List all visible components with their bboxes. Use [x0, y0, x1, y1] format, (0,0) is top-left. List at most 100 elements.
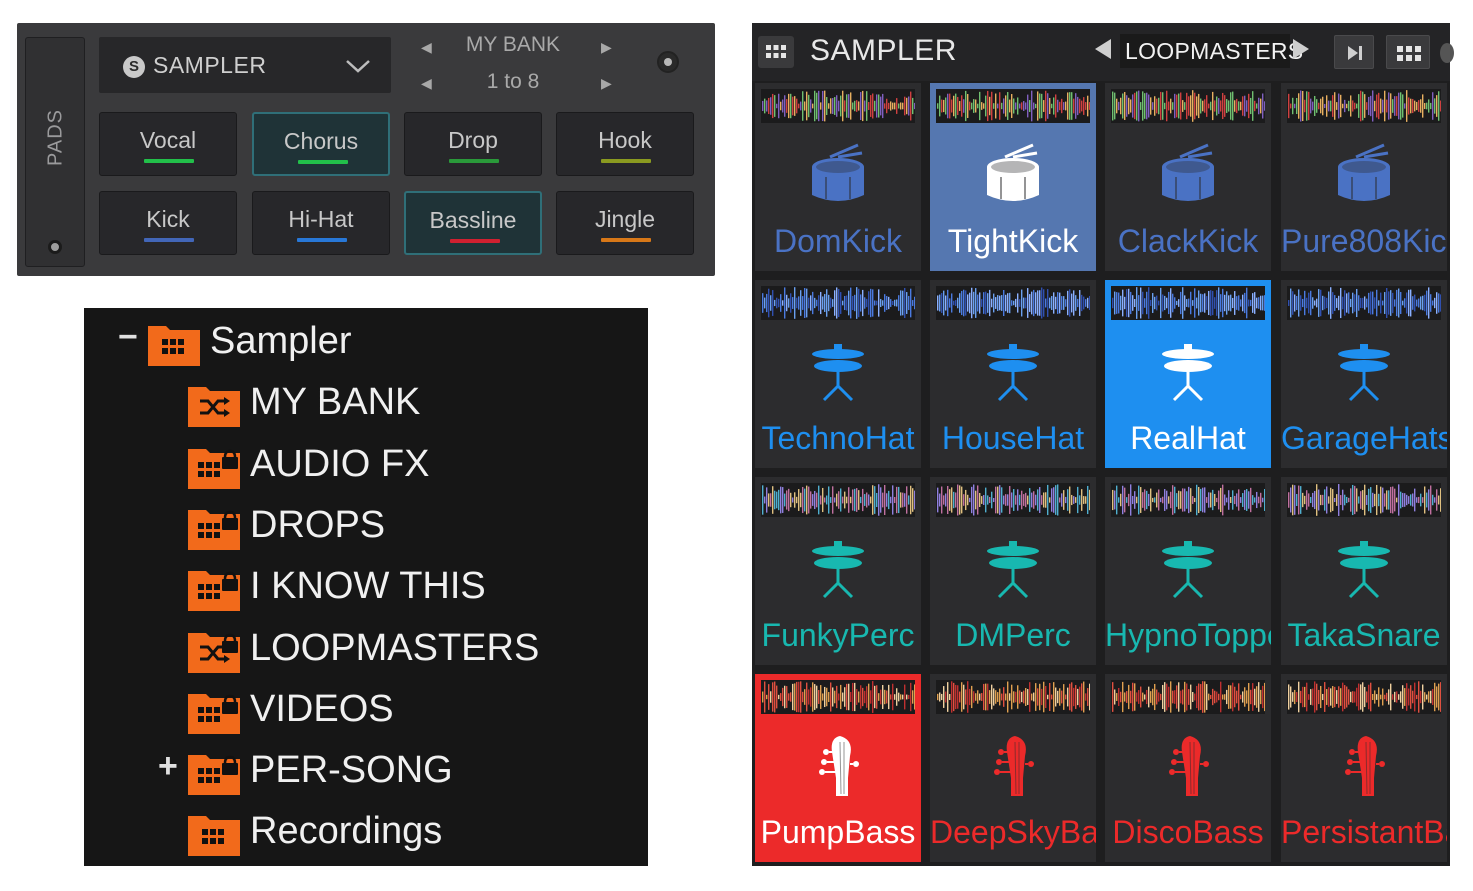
tree-item-i-know-this[interactable]: I KNOW THIS — [84, 565, 648, 612]
header-knob[interactable] — [1440, 43, 1454, 63]
sampler-grid-panel: SAMPLER LOOPMASTERS DomKick TightKick Clac… — [752, 23, 1454, 866]
hihat-icon — [1336, 537, 1392, 601]
sample-pad-label: DeepSkyBass — [930, 814, 1096, 850]
tree-item-label: Recordings — [250, 810, 443, 853]
sample-pad-pumpbass[interactable]: PumpBass — [755, 674, 921, 862]
sample-pad-pure808kick[interactable]: Pure808Kick — [1281, 83, 1447, 271]
tree-item-sampler[interactable]: − Sampler — [84, 318, 648, 366]
grid-menu-icon[interactable] — [758, 36, 794, 68]
guitar-head-icon — [1336, 734, 1392, 798]
tree-item-recordings[interactable]: Recordings — [84, 810, 648, 857]
sampler-dropdown[interactable]: S SAMPLER — [99, 37, 391, 93]
page-prev-arrow-icon[interactable]: ◀ — [421, 75, 432, 92]
sample-pad-label: HouseHat — [941, 420, 1085, 456]
bank-range: 1 to 8 — [486, 70, 540, 93]
bank-prev-arrow-icon[interactable]: ◀ — [421, 39, 432, 56]
grid-folder-icon — [188, 812, 240, 857]
tree-item-label: AUDIO FX — [250, 442, 430, 485]
sample-pad-label: HypnoTopper — [1105, 617, 1271, 653]
pad-kick[interactable]: Kick — [99, 191, 237, 255]
sample-pad-discobass[interactable]: DiscoBass — [1105, 674, 1271, 862]
sample-pad-label: TakaSnare — [1287, 617, 1441, 653]
guitar-head-icon — [1160, 734, 1216, 798]
sample-pad-hypnotopper[interactable]: HypnoTopper — [1105, 477, 1271, 665]
sample-pad-deepskybass[interactable]: DeepSkyBass — [930, 674, 1096, 862]
tree-item-label: I KNOW THIS — [250, 565, 486, 608]
tree-item-loopmasters[interactable]: LOOPMASTERS — [84, 627, 648, 673]
waveform — [936, 680, 1091, 714]
waveform — [1111, 483, 1266, 517]
waveform — [936, 89, 1091, 123]
drum-icon — [1336, 143, 1392, 207]
pad-bassline[interactable]: Bassline — [404, 191, 542, 255]
sample-pad-persistantbass[interactable]: PersistantBass — [1281, 674, 1447, 862]
sample-pad-label: Pure808Kick — [1281, 223, 1447, 259]
shuffle-folder-icon — [188, 383, 240, 428]
waveform — [1111, 286, 1266, 320]
grid-view-button[interactable] — [1386, 35, 1430, 69]
sample-pad-label: GarageHats — [1281, 420, 1447, 456]
pad-drop[interactable]: Drop — [404, 112, 542, 176]
tree-item-my-bank[interactable]: MY BANK — [84, 381, 648, 428]
locked-grid-folder-icon — [188, 567, 240, 612]
bank-next-arrow-icon[interactable]: ▶ — [601, 39, 612, 56]
sample-pad-realhat[interactable]: RealHat — [1105, 280, 1271, 468]
pad-color-bar — [298, 160, 348, 164]
pads-side-dot[interactable] — [48, 240, 62, 254]
sample-pad-label: RealHat — [1130, 420, 1246, 456]
tree-item-label: PER-SONG — [250, 749, 453, 792]
pad-color-bar — [450, 239, 500, 243]
waveform — [936, 286, 1091, 320]
pad-hi-hat[interactable]: Hi-Hat — [252, 191, 390, 255]
tree-item-drops[interactable]: DROPS — [84, 504, 648, 550]
pads-side-tab[interactable]: PADS — [25, 37, 85, 267]
hihat-icon — [810, 340, 866, 404]
collapse-icon[interactable]: − — [118, 318, 138, 357]
hihat-icon — [985, 340, 1041, 404]
sample-pad-garagehats[interactable]: GarageHats — [1281, 280, 1447, 468]
pad-color-bar — [144, 159, 194, 163]
pad-jingle[interactable]: Jingle — [556, 191, 694, 255]
bank-selector[interactable]: LOOPMASTERS — [1120, 34, 1303, 68]
pad-color-bar — [297, 238, 347, 242]
guitar-head-icon — [810, 734, 866, 798]
sample-pad-clackkick[interactable]: ClackKick — [1105, 83, 1271, 271]
sample-pad-technohat[interactable]: TechnoHat — [755, 280, 921, 468]
tree-item-label: VIDEOS — [250, 687, 394, 730]
skip-end-icon — [1348, 46, 1362, 60]
waveform — [1287, 89, 1442, 123]
skip-end-button[interactable] — [1334, 35, 1374, 69]
sample-pad-label: TechnoHat — [761, 420, 915, 456]
expand-icon[interactable]: + — [158, 747, 178, 786]
sample-pad-label: FunkyPerc — [761, 617, 915, 653]
sample-pad-label: DMPerc — [955, 617, 1071, 653]
drum-icon — [1160, 143, 1216, 207]
pad-label: Hi-Hat — [288, 206, 354, 232]
pad-vocal[interactable]: Vocal — [99, 112, 237, 176]
sampler-pads-panel: PADS S SAMPLER ◀ MY BANK ▶ ◀ 1 to 8 ▶ Vo… — [17, 23, 715, 276]
sample-pad-tightkick[interactable]: TightKick — [930, 83, 1096, 271]
page-next-arrow-icon[interactable]: ▶ — [601, 75, 612, 92]
pad-color-bar — [601, 238, 651, 242]
pad-hook[interactable]: Hook — [556, 112, 694, 176]
grid-folder-icon — [148, 322, 200, 366]
waveform — [1111, 680, 1266, 714]
sample-pad-dmperc[interactable]: DMPerc — [930, 477, 1096, 665]
sample-pad-funkyperc[interactable]: FunkyPerc — [755, 477, 921, 665]
bank-record-dot[interactable] — [657, 51, 679, 73]
tree-item-per-song[interactable]: + PER-SONG — [84, 747, 648, 796]
tree-item-audio-fx[interactable]: AUDIO FX — [84, 443, 648, 489]
bank-next-icon[interactable] — [1292, 38, 1310, 60]
bank-prev-icon[interactable] — [1094, 38, 1112, 60]
sample-pad-takasnare[interactable]: TakaSnare — [1281, 477, 1447, 665]
pad-chorus[interactable]: Chorus — [252, 112, 390, 176]
tree-item-videos[interactable]: VIDEOS — [84, 688, 648, 734]
waveform — [936, 483, 1091, 517]
tree-item-label: DROPS — [250, 503, 386, 546]
pad-label: Drop — [448, 127, 498, 153]
sample-pad-househat[interactable]: HouseHat — [930, 280, 1096, 468]
sample-pad-domkick[interactable]: DomKick — [755, 83, 921, 271]
waveform — [761, 286, 916, 320]
waveform — [761, 483, 916, 517]
waveform — [1287, 680, 1442, 714]
